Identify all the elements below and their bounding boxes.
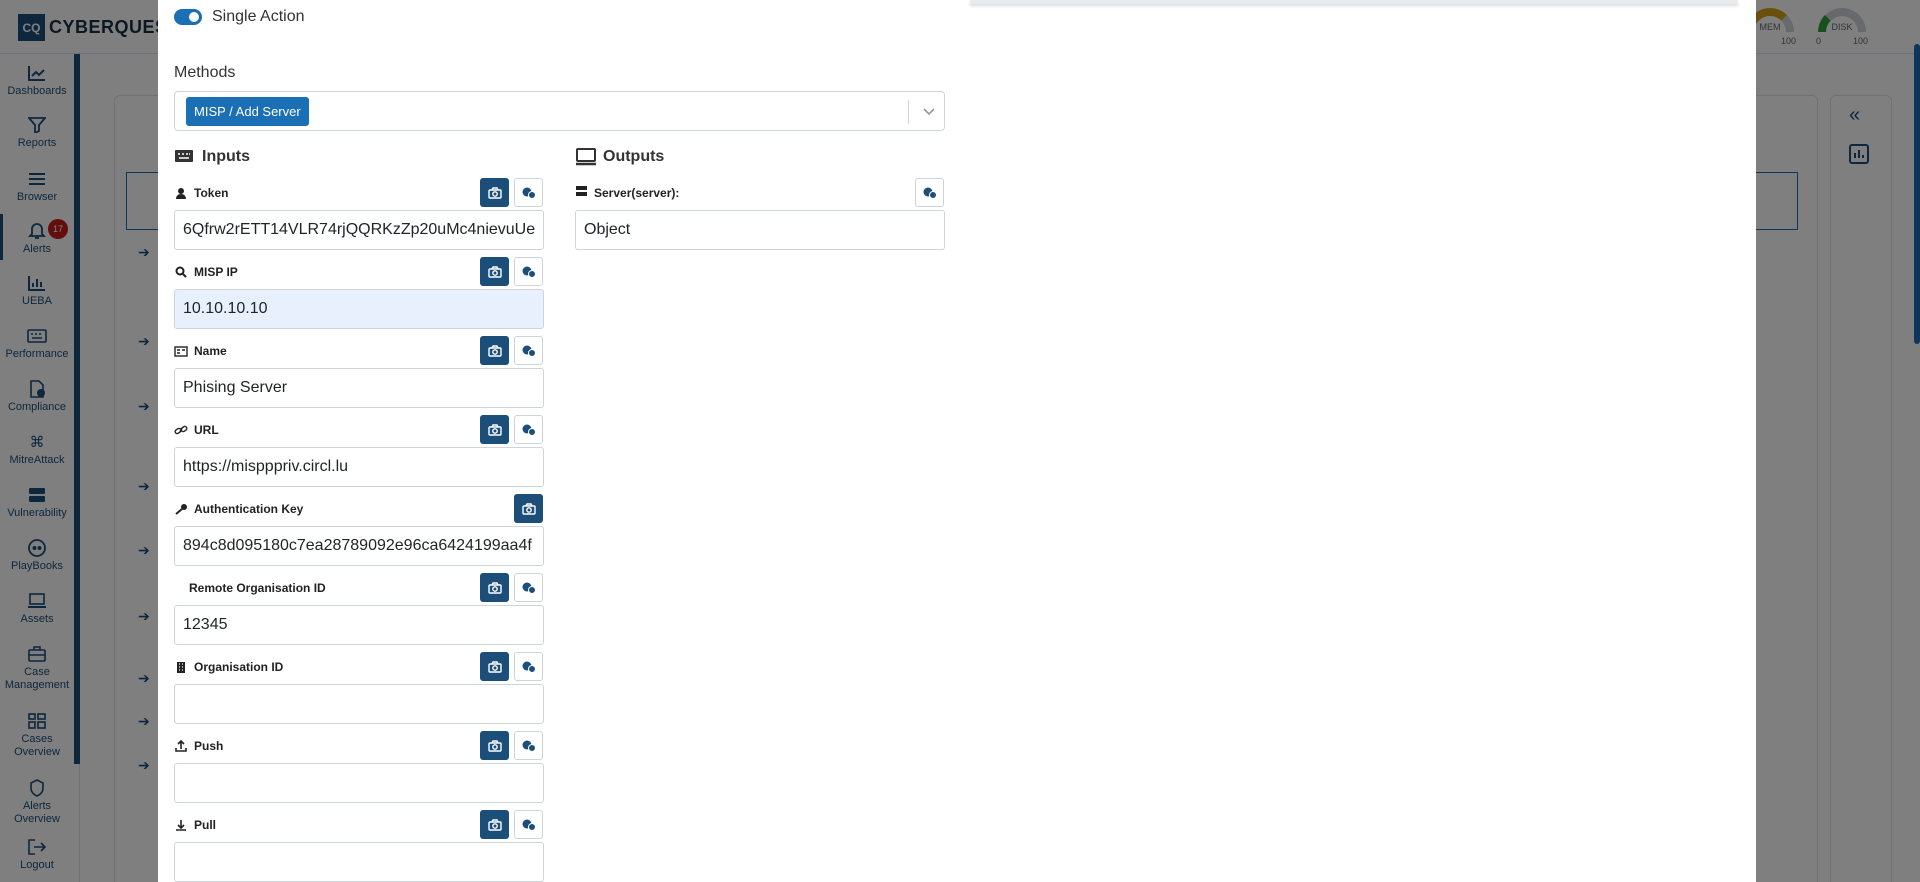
variable-button[interactable]	[514, 810, 543, 839]
variable-button[interactable]	[514, 731, 543, 760]
camera-icon	[487, 739, 502, 752]
action-modal	[158, 0, 1756, 882]
misp-ip-label: MISP IP	[174, 265, 238, 279]
outputs-header: Outputs	[575, 148, 664, 166]
camera-icon	[487, 344, 502, 357]
single-action-label: Single Action	[212, 8, 305, 25]
link-icon	[174, 424, 188, 436]
camera-button[interactable]	[480, 573, 509, 602]
camera-icon	[487, 423, 502, 436]
building-icon	[174, 661, 188, 673]
variable-button[interactable]	[514, 652, 543, 681]
upload-icon	[174, 740, 188, 752]
variable-button[interactable]	[514, 336, 543, 365]
token-input[interactable]: 6Qfrw2rETT14VLR74rjQQRKzZp20uMc4nievuUe	[174, 210, 544, 250]
camera-button[interactable]	[480, 731, 509, 760]
camera-button[interactable]	[480, 178, 509, 207]
variable-button[interactable]	[514, 257, 543, 286]
cloud-variable-icon	[522, 740, 536, 752]
camera-icon	[521, 502, 536, 515]
variable-button[interactable]	[514, 573, 543, 602]
camera-icon	[487, 660, 502, 673]
remote-organisation-id-input[interactable]: 12345	[174, 605, 544, 645]
server-icon	[575, 185, 588, 200]
cloud-variable-icon	[522, 424, 536, 436]
camera-icon	[487, 818, 502, 831]
variable-button[interactable]	[514, 415, 543, 444]
select-separator	[908, 100, 909, 124]
camera-icon	[487, 186, 502, 199]
camera-button[interactable]	[480, 415, 509, 444]
url-input[interactable]: https://mispppriv.circl.lu	[174, 447, 544, 487]
token-label: Token	[174, 186, 228, 200]
name-label: Name	[174, 344, 227, 358]
methods-select[interactable]: MISP / Add Server	[174, 91, 945, 131]
cloud-variable-icon	[522, 187, 536, 199]
remote-organisation-id-label: Remote Organisation ID	[189, 581, 326, 595]
cloud-variable-icon	[522, 345, 536, 357]
camera-button[interactable]	[514, 494, 543, 523]
inputs-header: Inputs	[174, 148, 250, 166]
single-action-toggle[interactable]	[174, 9, 202, 25]
inputs-title: Inputs	[202, 148, 250, 165]
cloud-variable-icon	[522, 661, 536, 673]
camera-button[interactable]	[480, 810, 509, 839]
id-card-icon	[174, 345, 188, 357]
keyboard-icon	[174, 148, 194, 166]
push-input[interactable]	[174, 763, 544, 803]
variable-button[interactable]	[915, 178, 944, 207]
outputs-title: Outputs	[603, 148, 665, 165]
cloud-variable-icon	[522, 582, 536, 594]
single-action-toggle-row: Single Action	[174, 8, 305, 26]
variable-button[interactable]	[514, 178, 543, 207]
download-icon	[174, 819, 188, 831]
cloud-variable-icon	[522, 819, 536, 831]
server-output-field[interactable]: Object	[575, 210, 945, 250]
server-output-label: Server(server):	[575, 185, 679, 200]
monitor-icon	[575, 148, 596, 166]
camera-icon	[487, 581, 502, 594]
method-tag[interactable]: MISP / Add Server	[186, 97, 309, 126]
misp-ip-input[interactable]: 10.10.10.10	[174, 289, 544, 329]
authentication-key-input[interactable]: 894c8d095180c7ea28789092e96ca6424199aa4f	[174, 526, 544, 566]
authentication-key-label: Authentication Key	[174, 502, 303, 516]
cloud-variable-icon	[522, 266, 536, 278]
user-secret-icon	[174, 187, 188, 199]
camera-button[interactable]	[480, 336, 509, 365]
pull-input[interactable]	[174, 842, 544, 882]
methods-label: Methods	[174, 64, 236, 81]
camera-button[interactable]	[480, 652, 509, 681]
organisation-id-label: Organisation ID	[174, 660, 283, 674]
name-input[interactable]: Phising Server	[174, 368, 544, 408]
organisation-id-input[interactable]	[174, 684, 544, 724]
cloud-variable-icon	[923, 187, 937, 199]
camera-icon	[487, 265, 502, 278]
search-icon	[174, 266, 188, 278]
url-label: URL	[174, 423, 219, 437]
camera-button[interactable]	[480, 257, 509, 286]
key-icon	[174, 503, 188, 515]
pull-label: Pull	[174, 818, 216, 832]
push-label: Push	[174, 739, 223, 753]
chevron-down-icon[interactable]	[919, 100, 939, 124]
modal-top-strip	[970, 0, 1738, 4]
